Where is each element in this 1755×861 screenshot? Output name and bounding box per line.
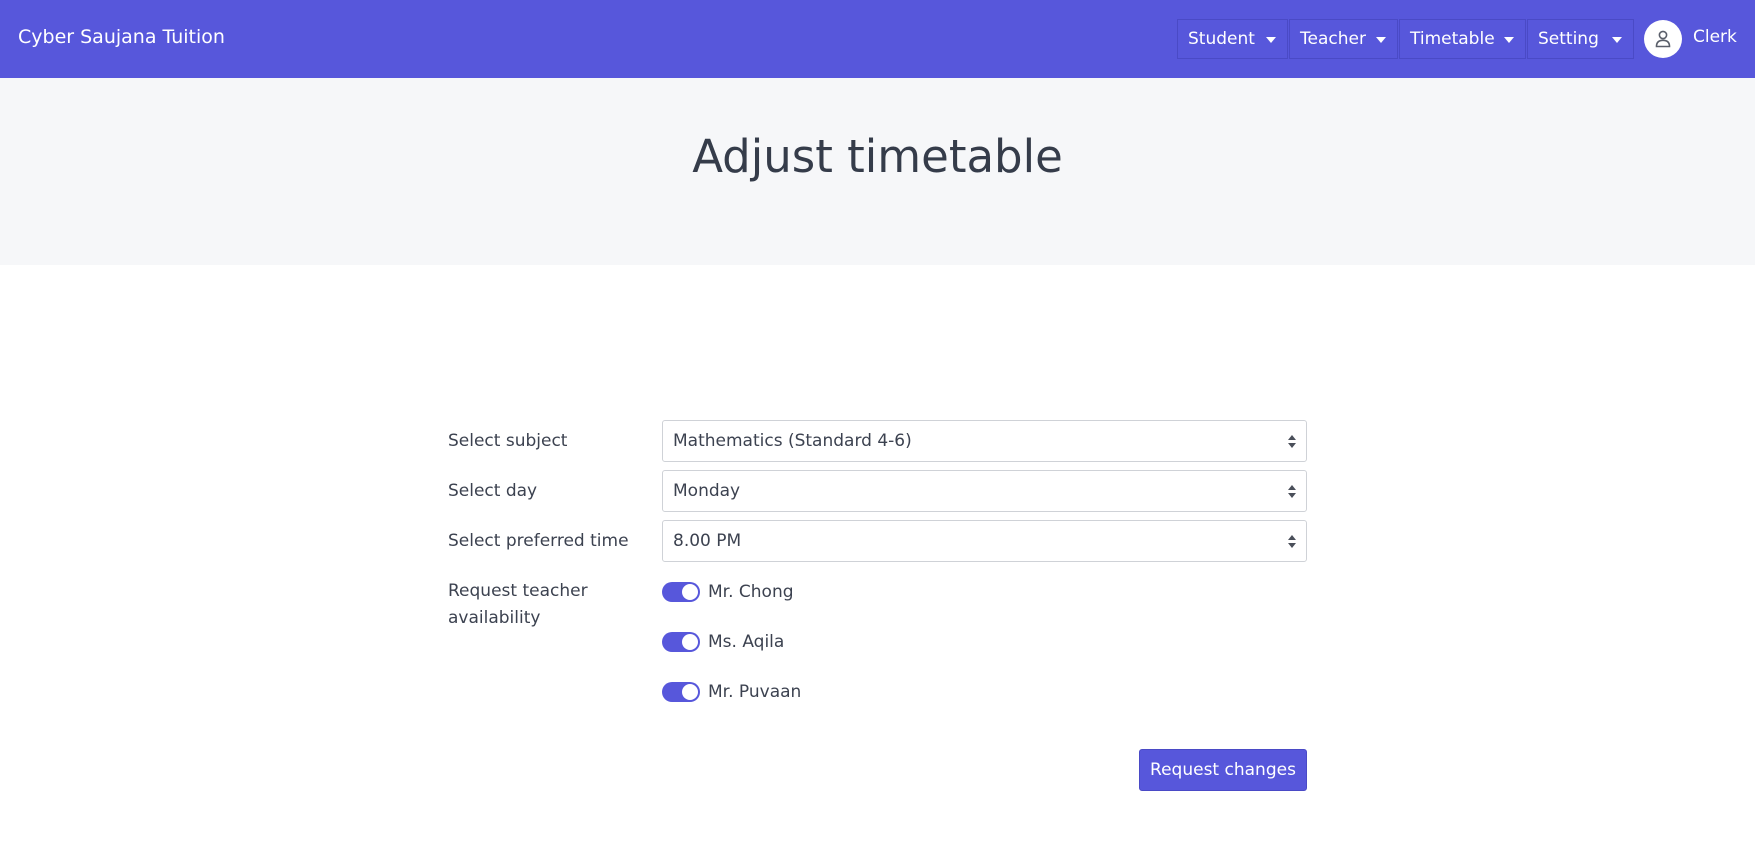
toggle-knob	[682, 634, 698, 650]
subject-select-value: Mathematics (Standard 4-6)	[673, 431, 912, 451]
time-select[interactable]: 8.00 PM	[662, 520, 1307, 562]
toggle-knob	[682, 684, 698, 700]
day-label: Select day	[448, 481, 538, 501]
page-header: Adjust timetable	[0, 78, 1755, 265]
time-select-value: 8.00 PM	[673, 531, 742, 551]
teacher-availability-label: Request teacher availability	[448, 578, 588, 632]
chevron-down-icon	[1376, 37, 1386, 43]
nav-menu-timetable[interactable]: Timetable	[1399, 19, 1526, 59]
teacher-toggle-label: Mr. Puvaan	[708, 682, 802, 702]
chevron-down-icon	[1266, 37, 1276, 43]
chevron-down-icon	[1612, 37, 1622, 43]
teacher-toggle-switch[interactable]	[662, 682, 700, 702]
teacher-availability-label-line2: availability	[448, 608, 541, 628]
time-label: Select preferred time	[448, 531, 629, 551]
teacher-toggle-switch[interactable]	[662, 582, 700, 602]
top-navbar: Cyber Saujana Tuition Student Teacher Ti…	[0, 0, 1755, 78]
toggle-knob	[682, 584, 698, 600]
teacher-toggle-switch[interactable]	[662, 632, 700, 652]
page-title: Adjust timetable	[692, 130, 1063, 183]
nav-menu-teacher[interactable]: Teacher	[1289, 19, 1398, 59]
user-avatar[interactable]	[1644, 20, 1682, 58]
nav-menu-student-label: Student	[1188, 29, 1255, 49]
select-arrows-icon	[1288, 535, 1296, 548]
subject-label: Select subject	[448, 431, 568, 451]
select-arrows-icon	[1288, 485, 1296, 498]
request-changes-button[interactable]: Request changes	[1139, 749, 1307, 791]
select-arrows-icon	[1288, 435, 1296, 448]
nav-menu-setting[interactable]: Setting	[1527, 19, 1634, 59]
brand-name[interactable]: Cyber Saujana Tuition	[18, 26, 225, 48]
subject-select[interactable]: Mathematics (Standard 4-6)	[662, 420, 1307, 462]
user-icon	[1655, 30, 1671, 48]
user-name[interactable]: Clerk	[1693, 27, 1737, 47]
nav-menu-teacher-label: Teacher	[1300, 29, 1366, 49]
teacher-availability-label-line1: Request teacher	[448, 581, 588, 601]
chevron-down-icon	[1504, 37, 1514, 43]
nav-menu-setting-label: Setting	[1538, 29, 1599, 49]
nav-menu-student[interactable]: Student	[1177, 19, 1288, 59]
day-select[interactable]: Monday	[662, 470, 1307, 512]
teacher-toggle-label: Ms. Aqila	[708, 632, 785, 652]
day-select-value: Monday	[673, 481, 741, 501]
nav-menu-timetable-label: Timetable	[1410, 29, 1495, 49]
teacher-toggle-label: Mr. Chong	[708, 582, 794, 602]
